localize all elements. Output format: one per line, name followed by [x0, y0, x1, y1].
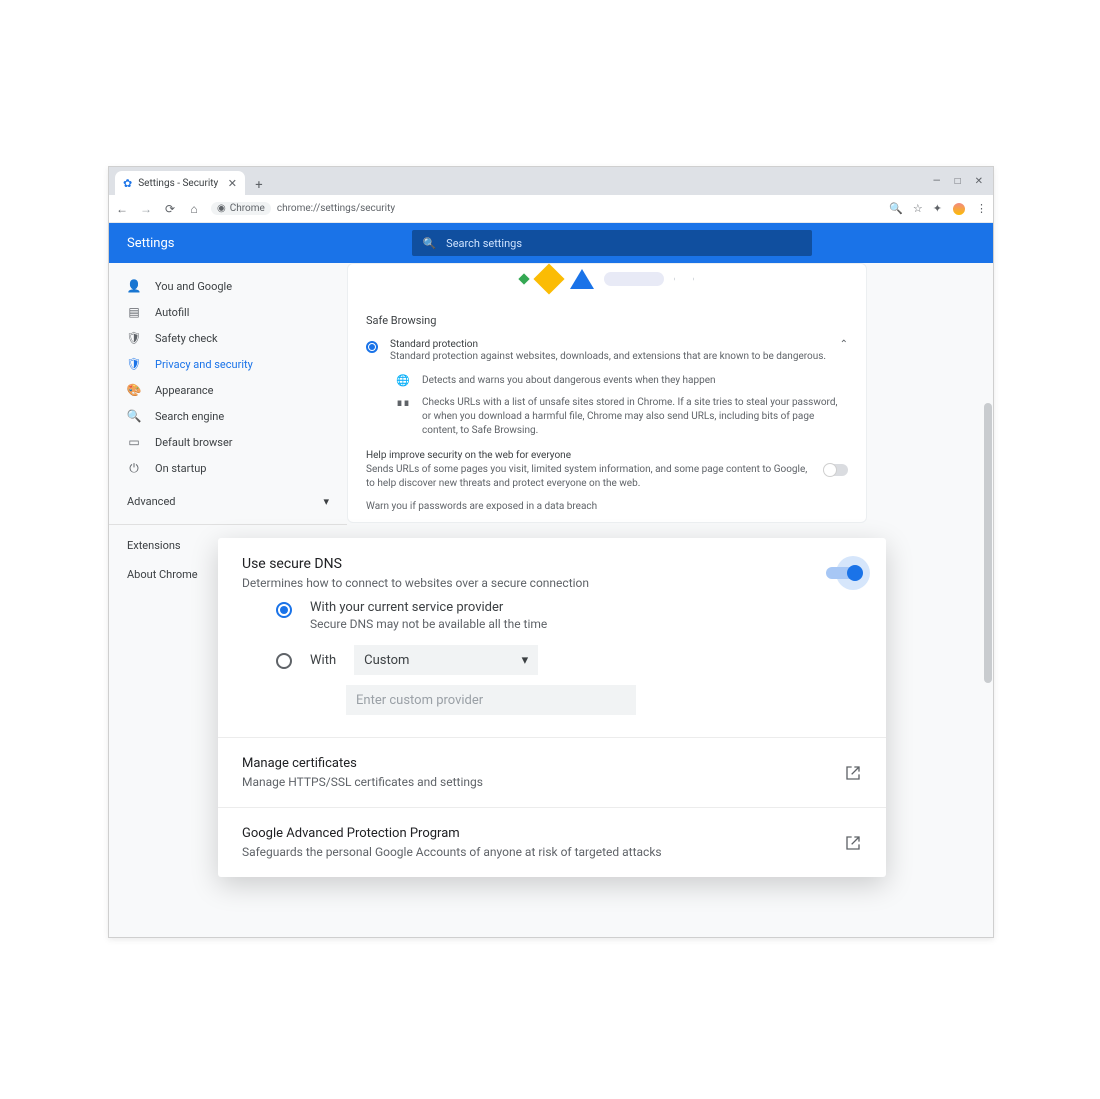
extensions-icon[interactable]: ✦ [933, 202, 942, 215]
dns-option-current-provider[interactable]: With your current service provider Secur… [242, 590, 862, 631]
palette-icon: 🎨 [127, 383, 141, 397]
help-improve-section: Help improve security on the web for eve… [348, 442, 866, 495]
menu-icon[interactable]: ⋮ [976, 202, 987, 215]
new-tab-button[interactable]: + [249, 175, 269, 195]
bookmark-icon[interactable]: ☆ [913, 202, 923, 215]
secure-dns-section: Use secure DNS Determines how to connect… [218, 538, 886, 738]
bullet-checks: ∎∎ Checks URLs with a list of unsafe sit… [348, 392, 866, 442]
radio-off-icon[interactable] [276, 653, 292, 669]
shield-icon: 🛡 [127, 357, 141, 371]
sidebar-item-safety-check[interactable]: 🛡Safety check [109, 325, 347, 351]
chrome-icon: ◉ [217, 203, 226, 214]
autofill-icon: ▤ [127, 305, 141, 319]
back-icon[interactable]: ← [115, 202, 129, 216]
chevron-down-icon: ▾ [323, 495, 329, 508]
search-icon: 🔍 [422, 237, 436, 250]
hero-illustration [348, 264, 866, 294]
dns-option-with[interactable]: With Custom ▾ [242, 631, 862, 675]
sidebar-item-on-startup[interactable]: ⏻On startup [109, 455, 347, 481]
radio-on-icon[interactable] [276, 602, 292, 618]
secure-dns-overlay: Use secure DNS Determines how to connect… [218, 538, 886, 877]
dns-provider-dropdown[interactable]: Custom ▾ [354, 645, 538, 675]
maximize-icon[interactable]: □ [955, 176, 961, 187]
omnibox[interactable]: ◉Chrome chrome://settings/security [211, 202, 395, 215]
bullet-detects: 🌐 Detects and warns you about dangerous … [348, 370, 866, 392]
shield-check-icon: 🛡 [127, 331, 141, 345]
sidebar-item-you-and-google[interactable]: 👤You and Google [109, 273, 347, 299]
external-icon [844, 764, 862, 782]
browser-icon: ▭ [127, 435, 141, 449]
advanced-protection-row[interactable]: Google Advanced Protection Program Safeg… [218, 808, 886, 877]
forward-icon[interactable]: → [139, 202, 153, 216]
standard-protection-title: Standard protection [390, 339, 828, 350]
chevron-down-icon: ▾ [522, 653, 529, 668]
zoom-icon[interactable]: 🔍 [889, 202, 903, 215]
secure-dns-title: Use secure DNS [242, 556, 589, 572]
sidebar-item-privacy[interactable]: 🛡Privacy and security [109, 351, 347, 377]
power-icon: ⏻ [127, 461, 141, 475]
sidebar-item-default-browser[interactable]: ▭Default browser [109, 429, 347, 455]
chevron-up-icon[interactable]: ⌃ [840, 339, 848, 350]
sidebar-item-search-engine[interactable]: 🔍Search engine [109, 403, 347, 429]
secure-dns-toggle[interactable] [826, 564, 862, 582]
globe-shield-icon: 🌐 [396, 374, 410, 388]
custom-provider-input[interactable]: Enter custom provider [346, 685, 636, 715]
person-icon: 👤 [127, 279, 141, 293]
tab-settings-security[interactable]: ✿ Settings - Security ✕ [115, 171, 245, 195]
toggle-off[interactable] [824, 464, 848, 476]
sidebar-item-autofill[interactable]: ▤Autofill [109, 299, 347, 325]
sidebar-advanced[interactable]: Advanced▾ [109, 481, 347, 518]
secure-dns-subtitle: Determines how to connect to websites ov… [242, 576, 589, 590]
sidebar-item-appearance[interactable]: 🎨Appearance [109, 377, 347, 403]
avatar[interactable] [952, 202, 966, 216]
warn-passwords-title: Warn you if passwords are exposed in a d… [348, 495, 866, 512]
divider [109, 524, 347, 525]
standard-protection-subtitle: Standard protection against websites, do… [390, 350, 828, 364]
tab-title: Settings - Security [138, 178, 218, 189]
help-improve-sub: Sends URLs of some pages you visit, limi… [366, 463, 814, 491]
search-icon: 🔍 [127, 409, 141, 423]
scroll-thumb[interactable] [984, 403, 992, 683]
close-icon[interactable]: ✕ [228, 177, 237, 190]
settings-header: Settings 🔍 Search settings [109, 223, 993, 263]
safe-browsing-heading: Safe Browsing [348, 294, 866, 333]
search-placeholder: Search settings [446, 237, 522, 250]
settings-card: Safe Browsing Standard protection Standa… [347, 263, 867, 523]
reload-icon[interactable]: ⟳ [163, 202, 177, 216]
search-settings-input[interactable]: 🔍 Search settings [412, 230, 812, 256]
minimize-icon[interactable]: — [933, 176, 941, 187]
external-icon [844, 834, 862, 852]
url-text: chrome://settings/security [277, 203, 395, 214]
tab-strip: ✿ Settings - Security ✕ + — □ ✕ [109, 167, 993, 195]
scrollbar[interactable] [983, 263, 993, 937]
home-icon[interactable]: ⌂ [187, 202, 201, 216]
manage-certificates-row[interactable]: Manage certificates Manage HTTPS/SSL cer… [218, 738, 886, 808]
settings-title: Settings [127, 236, 174, 251]
window-controls: — □ ✕ [933, 167, 993, 195]
standard-protection-option[interactable]: Standard protection Standard protection … [348, 333, 866, 370]
help-improve-title: Help improve security on the web for eve… [366, 450, 848, 461]
radio-on-icon[interactable] [366, 341, 378, 353]
close-window-icon[interactable]: ✕ [975, 176, 983, 187]
bars-icon: ∎∎ [396, 396, 410, 438]
address-bar: ← → ⟳ ⌂ ◉Chrome chrome://settings/securi… [109, 195, 993, 223]
gear-icon: ✿ [123, 177, 132, 190]
